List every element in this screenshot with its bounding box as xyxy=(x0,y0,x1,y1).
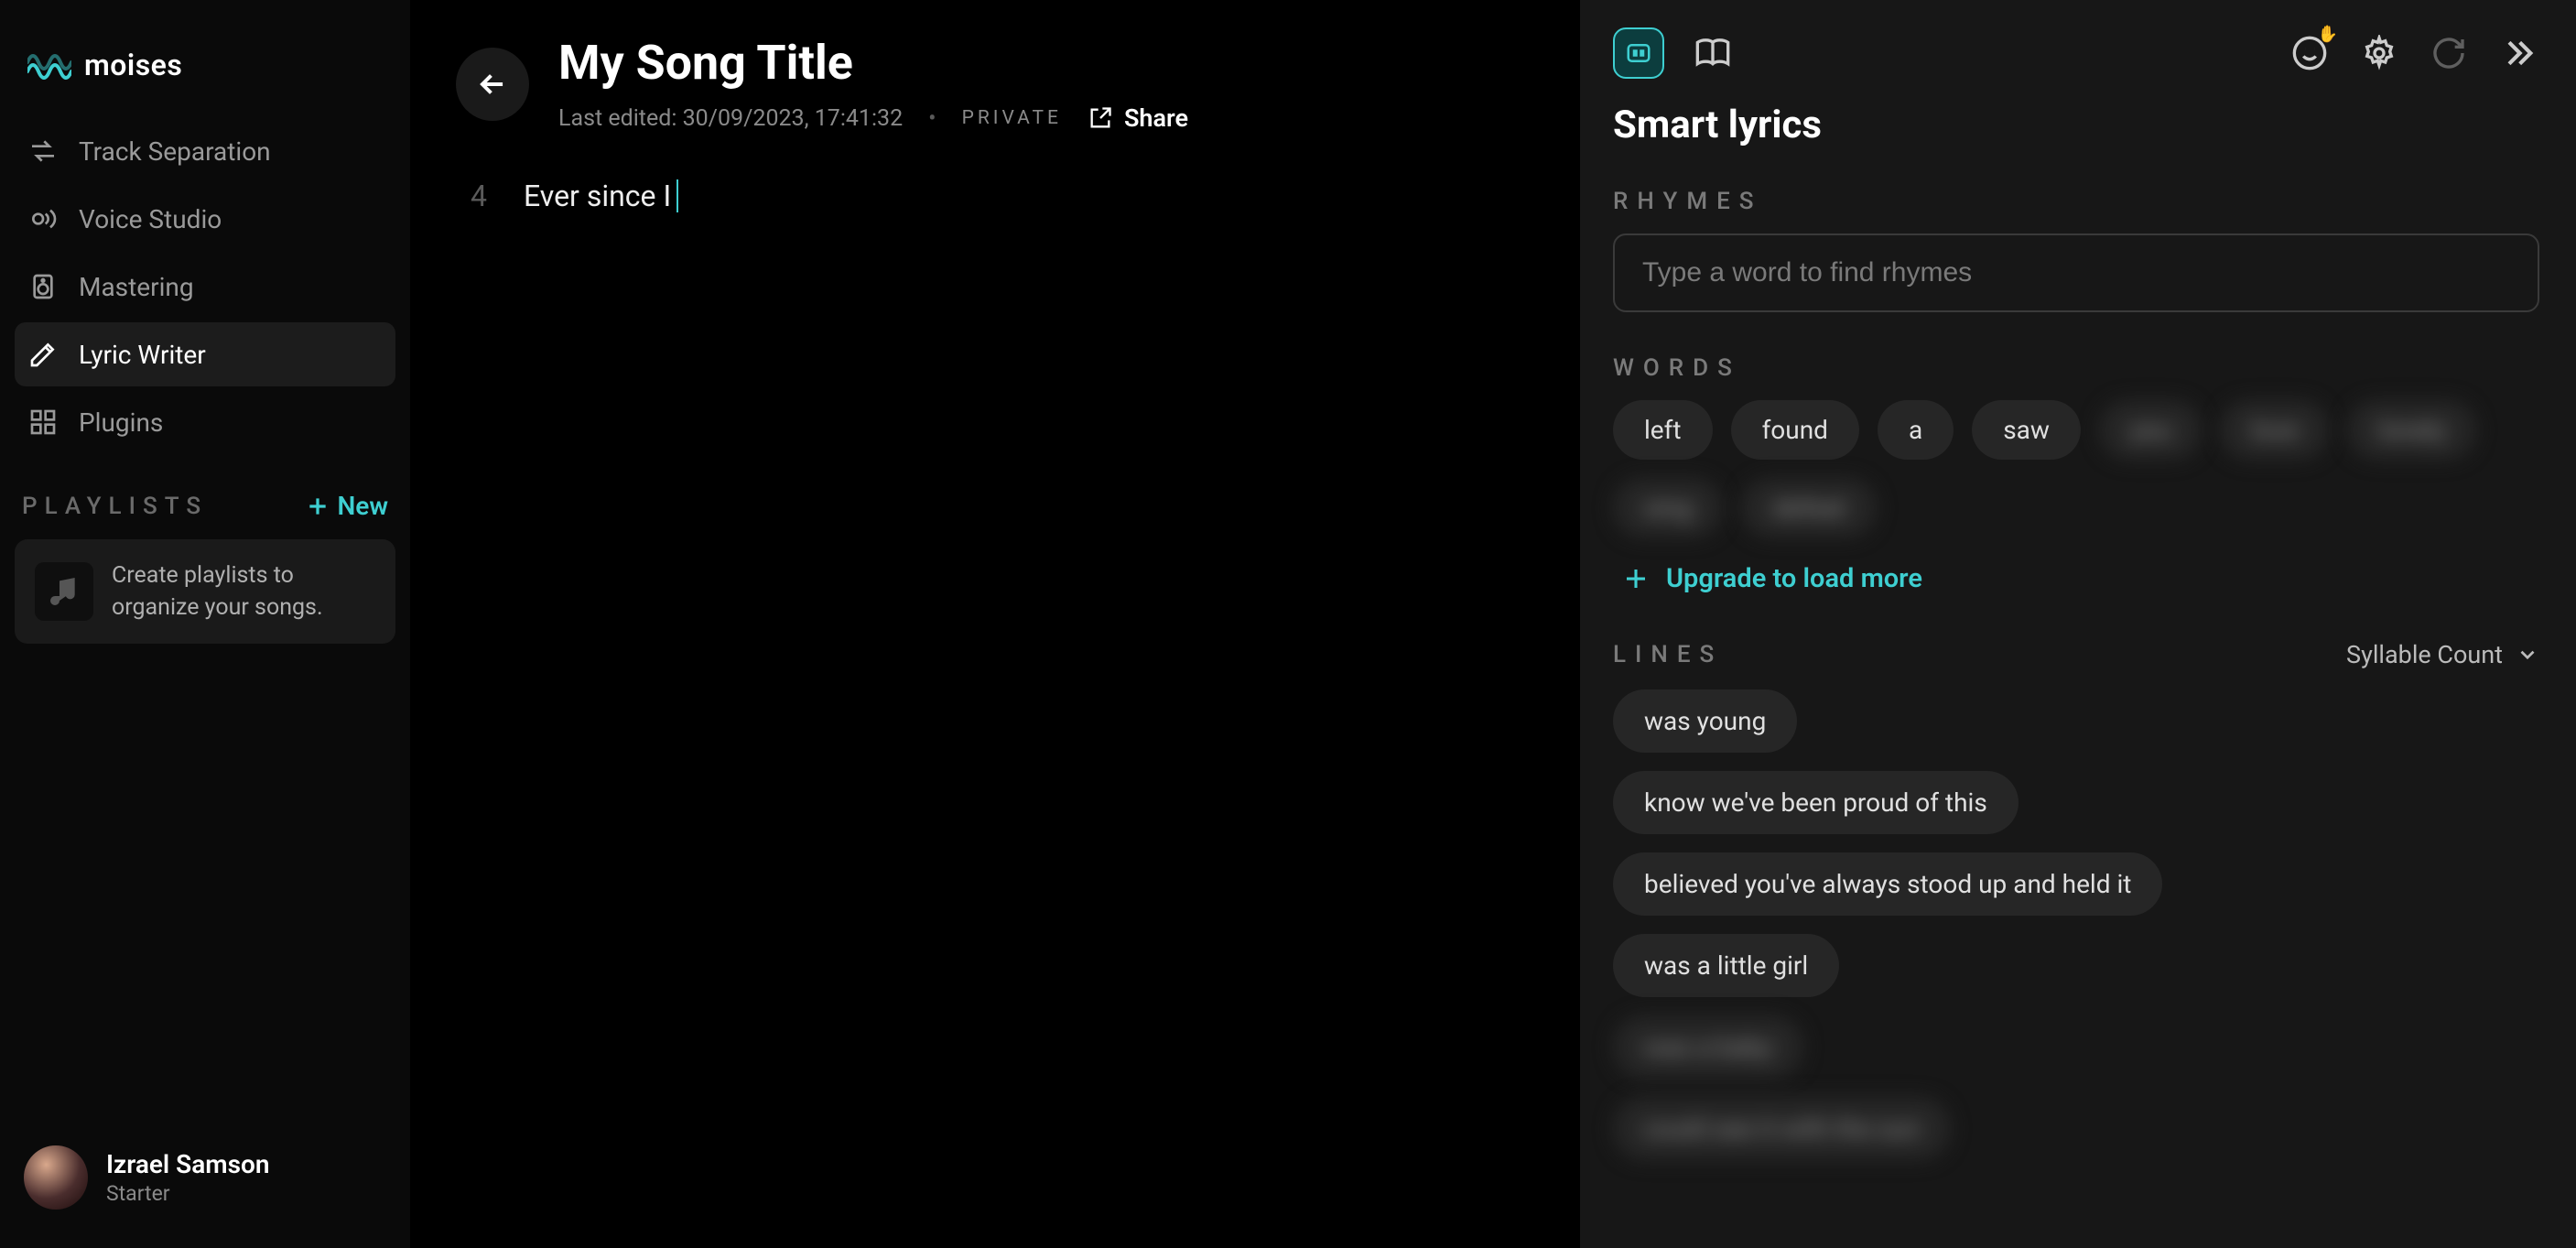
book-icon xyxy=(1694,35,1731,71)
sidebar-item-voice-studio[interactable]: Voice Studio xyxy=(15,187,395,251)
word-chip-locked: defeat xyxy=(1741,478,1876,537)
settings-button[interactable] xyxy=(2358,32,2400,74)
tab-smart-lyrics[interactable] xyxy=(1613,27,1664,79)
nav-label: Voice Studio xyxy=(79,204,222,234)
word-chip[interactable]: a xyxy=(1878,400,1954,460)
rhymes-input[interactable] xyxy=(1613,233,2539,312)
line-chip[interactable]: believed you've always stood up and held… xyxy=(1613,852,2162,916)
word-chip[interactable]: found xyxy=(1731,400,1859,460)
playlists-title: PLAYLISTS xyxy=(22,493,208,520)
upgrade-button[interactable]: Upgrade to load more xyxy=(1613,563,2539,594)
line-chip-locked: was a baby xyxy=(1613,1015,1803,1079)
grid-icon xyxy=(27,407,59,438)
playlist-empty-card[interactable]: Create playlists to organize your songs. xyxy=(15,539,395,644)
wave-emoji-icon: ✋ xyxy=(2318,25,2338,44)
voice-icon xyxy=(27,203,59,234)
plus-icon xyxy=(1622,565,1650,592)
editor-line[interactable]: 4 Ever since I xyxy=(465,179,1534,213)
user-name: Izrael Samson xyxy=(106,1149,270,1179)
chevron-double-right-icon xyxy=(2500,35,2537,71)
new-label: New xyxy=(337,491,388,521)
sidebar-item-mastering[interactable]: Mastering xyxy=(15,255,395,319)
speaker-icon xyxy=(27,271,59,302)
refresh-button[interactable] xyxy=(2428,32,2470,74)
nav: Track Separation Voice Studio Mastering … xyxy=(15,119,395,454)
word-chip[interactable]: left xyxy=(1613,400,1713,460)
editor-main: My Song Title Last edited: 30/09/2023, 1… xyxy=(410,0,1580,1248)
syllable-sort-button[interactable]: Syllable Count xyxy=(2346,640,2539,669)
line-number: 4 xyxy=(465,179,487,213)
word-chip[interactable]: saw xyxy=(1972,400,2081,460)
share-icon xyxy=(1088,105,1113,131)
sidebar-item-lyric-writer[interactable]: Lyric Writer xyxy=(15,322,395,386)
new-playlist-button[interactable]: New xyxy=(306,491,388,521)
avatar xyxy=(24,1145,88,1210)
upgrade-label: Upgrade to load more xyxy=(1666,563,1922,594)
pen-icon xyxy=(27,339,59,370)
sidebar: moises Track Separation Voice Studio Mas… xyxy=(0,0,410,1248)
playlists-header: PLAYLISTS New xyxy=(15,454,395,539)
song-title[interactable]: My Song Title xyxy=(558,35,1188,91)
meta-row: Last edited: 30/09/2023, 17:41:32 • PRIV… xyxy=(558,103,1188,133)
gear-icon xyxy=(2361,35,2397,71)
separator-dot: • xyxy=(928,105,936,132)
line-chip[interactable]: know we've been proud of this xyxy=(1613,771,2019,834)
line-text[interactable]: Ever since I xyxy=(524,179,678,213)
rhymes-section-label: RHYMES xyxy=(1613,188,2539,215)
line-suggestions: was young know we've been proud of this … xyxy=(1613,689,2539,1160)
lyrics-editor[interactable]: 4 Ever since I xyxy=(456,179,1534,213)
nav-label: Mastering xyxy=(79,272,194,302)
user-profile[interactable]: Izrael Samson Starter xyxy=(15,1133,395,1222)
words-section-label: WORDS xyxy=(1613,354,2539,382)
nav-label: Track Separation xyxy=(79,136,271,167)
word-chip-locked: love xyxy=(2220,400,2329,460)
plus-icon xyxy=(306,494,330,518)
music-note-icon xyxy=(35,562,93,621)
sidebar-item-plugins[interactable]: Plugins xyxy=(15,390,395,454)
lines-section-label: LINES xyxy=(1613,641,1723,668)
privacy-badge: PRIVATE xyxy=(962,107,1062,129)
syllable-label: Syllable Count xyxy=(2346,640,2503,669)
smart-lyrics-panel: ✋ Smart lyrics RHYMES WORDS left found a… xyxy=(1580,0,2576,1248)
last-edited: Last edited: 30/09/2023, 17:41:32 xyxy=(558,105,903,132)
refresh-icon xyxy=(2430,35,2467,71)
logo-icon xyxy=(27,49,71,81)
sidebar-item-track-separation[interactable]: Track Separation xyxy=(15,119,395,183)
collapse-button[interactable] xyxy=(2497,32,2539,74)
word-chip-locked: sing xyxy=(1613,478,1723,537)
share-label: Share xyxy=(1124,103,1188,133)
logo[interactable]: moises xyxy=(15,31,395,119)
chevron-down-icon xyxy=(2516,643,2539,667)
nav-label: Lyric Writer xyxy=(79,340,206,370)
line-chip-locked: could see it with the sun xyxy=(1613,1097,1951,1160)
playlist-empty-text: Create playlists to organize your songs. xyxy=(112,559,375,624)
arrow-left-icon xyxy=(475,67,510,102)
tab-dictionary[interactable] xyxy=(1692,32,1734,74)
share-button[interactable]: Share xyxy=(1088,103,1188,133)
nav-label: Plugins xyxy=(79,407,163,438)
feedback-button[interactable]: ✋ xyxy=(2289,32,2331,74)
word-chip-locked: lonely xyxy=(2347,400,2476,460)
user-tier: Starter xyxy=(106,1181,270,1206)
word-chip-locked: you xyxy=(2099,400,2202,460)
line-chip[interactable]: was young xyxy=(1613,689,1797,753)
swap-icon xyxy=(27,136,59,167)
line-content: Ever since I xyxy=(524,179,671,213)
logo-text: moises xyxy=(84,48,182,82)
line-chip[interactable]: was a little girl xyxy=(1613,934,1839,997)
panel-title: Smart lyrics xyxy=(1613,103,2539,147)
text-cursor xyxy=(676,179,678,212)
word-suggestions: left found a saw you love lonely sing de… xyxy=(1613,400,2539,537)
back-button[interactable] xyxy=(456,48,529,121)
quote-icon xyxy=(1625,39,1652,67)
